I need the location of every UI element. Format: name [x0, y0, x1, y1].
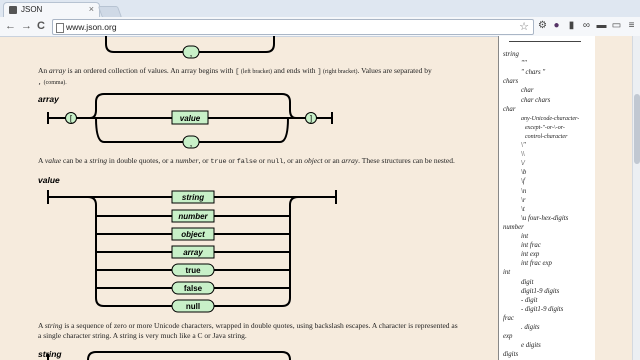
string-diagram-label: string [38, 349, 62, 359]
grammar-rule-alt: \r [521, 196, 526, 204]
grammar-rule-alt: any-Unicode-character- [521, 115, 580, 122]
grammar-rule-alt: int exp [521, 251, 540, 259]
page-content: , [ value ] , string number object array… [0, 36, 498, 360]
address-url[interactable]: www.json.org [66, 22, 117, 32]
grammar-rule-alt: control-character [525, 133, 568, 140]
grammar-rule-alt: digit [521, 278, 534, 286]
value-token-false: false [171, 281, 215, 295]
page-icon [56, 23, 64, 33]
grammar-rule-name: number [503, 223, 524, 231]
extension-glasses-icon[interactable]: ∞ [581, 20, 592, 31]
grammar-rule-alt: except-"-or-\-or- [525, 124, 565, 131]
grammar-rule-alt: \\ [521, 151, 525, 159]
grammar-rule-alt: . digits [521, 324, 540, 331]
toolbar: ← → C www.json.org ☆ ⚙ ● ▮ ∞ ▬ ▭ ≡ [0, 17, 640, 37]
object-comma-token: , [182, 45, 200, 59]
value-token-null: null [171, 299, 215, 313]
grammar-rule-name: chars [503, 78, 519, 86]
grammar-rule-name: char [503, 105, 516, 113]
grammar-rule-alt: e digits [521, 342, 541, 350]
svg-text:value: value [180, 114, 201, 123]
tab-json[interactable]: JSON × [3, 2, 100, 18]
tab-bar: JSON × [0, 0, 640, 18]
tab-title: JSON [21, 5, 43, 14]
right-margin [595, 36, 632, 360]
array-diagram-label: array [38, 94, 59, 104]
value-token-true: true [171, 263, 215, 277]
menu-icon[interactable]: ≡ [626, 20, 637, 31]
grammar-rule-alt: "" [521, 60, 527, 68]
svg-text:number: number [178, 212, 208, 221]
grammar-rule-name: exp [503, 333, 513, 341]
extension-ghost-icon[interactable]: ● [551, 20, 562, 31]
value-diagram-label: value [38, 175, 60, 185]
grammar-rule-alt: - digit [521, 296, 538, 304]
svg-text:,: , [190, 138, 193, 148]
extension-bars-icon[interactable]: ▬ [596, 20, 607, 31]
grammar-rule-alt: char chars [521, 96, 551, 104]
grammar-rule-alt: \n [521, 187, 527, 195]
grammar-rule-alt: \u four-hex-digits [521, 214, 569, 222]
string-diagram-lines [47, 351, 291, 360]
svg-text:string: string [182, 193, 204, 202]
back-icon[interactable]: ← [5, 20, 16, 32]
grammar-rule-name: int [503, 269, 511, 277]
svg-text:array: array [183, 248, 203, 257]
grammar-rule-alt: \f [521, 178, 525, 186]
grammar-rule-alt: char [521, 87, 534, 95]
reload-icon[interactable]: C [37, 20, 45, 32]
array-value-token: value [171, 110, 209, 125]
vertical-scrollbar[interactable] [632, 36, 640, 360]
value-token-object: object [171, 227, 215, 241]
grammar-rule-alt: int frac [521, 242, 541, 250]
array-description: An array is an ordered collection of val… [38, 66, 432, 87]
svg-text:null: null [186, 302, 200, 311]
svg-text:true: true [185, 266, 201, 275]
grammar-rule-alt: - digit1-9 digits [521, 305, 564, 313]
grammar-rule-alt: int frac exp [521, 260, 552, 268]
extension-chat-icon[interactable]: ▮ [566, 20, 577, 31]
value-token-array: array [171, 245, 215, 259]
array-open-token: [ [65, 112, 77, 124]
svg-text:false: false [184, 284, 203, 293]
svg-text:]: ] [310, 114, 312, 123]
close-icon[interactable]: × [89, 4, 94, 14]
svg-text:,: , [190, 48, 193, 58]
value-description: A value can be a string in double quotes… [38, 156, 455, 166]
bookmark-star-icon[interactable]: ☆ [519, 20, 529, 33]
grammar-rule-alt: \b [521, 169, 527, 177]
value-token-number: number [171, 209, 215, 223]
array-comma-token: , [182, 135, 200, 149]
grammar-rule-name: string [503, 51, 519, 58]
grammar-rule-alt: \/ [521, 160, 525, 168]
extension-screen-icon[interactable]: ▭ [611, 20, 622, 31]
grammar-rule-name: frac [503, 314, 514, 322]
address-bar[interactable]: www.json.org ☆ [52, 19, 534, 35]
grammar-rule-name: digits [503, 351, 519, 359]
scrollbar-thumb[interactable] [634, 94, 640, 164]
grammar-rule-alt: \" [521, 142, 526, 149]
grammar-rule-alt: int [521, 233, 529, 240]
value-token-string: string [171, 190, 215, 204]
array-close-token: ] [305, 112, 317, 124]
sidebar-divider [509, 41, 581, 42]
svg-text:object: object [181, 230, 205, 239]
forward-icon[interactable]: → [21, 20, 32, 32]
string-description: A string is a sequence of zero or more U… [38, 321, 458, 340]
grammar-sidebar: string "" " chars " chars char char chars char… [498, 36, 595, 360]
grammar-rule-alt: \t [521, 205, 525, 213]
grammar-rule-alt: digit1-9 digits [521, 287, 560, 295]
favicon-icon [9, 6, 17, 14]
grammar-rule-alt: " chars " [521, 69, 546, 77]
extension-gear-icon[interactable]: ⚙ [537, 20, 548, 31]
